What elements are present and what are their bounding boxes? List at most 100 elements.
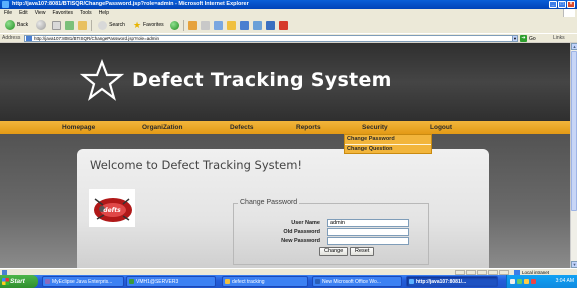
security-dropdown-menu: Change Password Change Question	[344, 134, 432, 154]
back-arrow-icon	[5, 20, 15, 30]
taskbar-item-label: http://java107:8081/...	[416, 279, 467, 285]
user-name-row: User Name	[234, 219, 430, 227]
home-icon[interactable]	[78, 20, 88, 30]
change-button[interactable]: Change	[319, 247, 349, 256]
refresh-icon[interactable]	[65, 20, 75, 30]
menubar: File Edit View Favorites Tools Help	[0, 9, 577, 17]
page-viewport: Defect Tracking System Homepage OrganiZa…	[0, 43, 570, 268]
menu-change-question[interactable]: Change Question	[345, 144, 431, 153]
reset-button[interactable]: Reset	[350, 247, 375, 256]
stop-icon[interactable]	[52, 20, 62, 30]
tray-network-icon[interactable]	[510, 279, 515, 284]
close-button[interactable]: ×	[567, 1, 575, 8]
forward-arrow-icon	[36, 20, 47, 30]
flag-icon[interactable]	[278, 20, 288, 30]
old-password-label: Old Password	[283, 229, 320, 235]
nav-organization[interactable]: OrganiZation	[142, 121, 182, 134]
menu-edit[interactable]: Edit	[19, 10, 28, 16]
form-buttons-row: Change Reset	[234, 247, 430, 256]
back-button[interactable]: Back	[3, 19, 30, 31]
eclipse-icon	[45, 279, 50, 284]
nav-reports[interactable]: Reports	[296, 121, 321, 134]
taskbar-item-myeclipse[interactable]: MyEclipse Java Enterpris...	[42, 276, 124, 287]
remote-desktop-icon	[129, 279, 134, 284]
taskbar-item-word[interactable]: New Microsoft Office Wo...	[312, 276, 402, 287]
print-icon[interactable]	[200, 20, 210, 30]
main-nav: Homepage OrganiZation Defects Reports Se…	[0, 121, 570, 134]
system-tray: 3:04 AM	[506, 275, 577, 288]
taskbar-item-label: New Microsoft Office Wo...	[322, 279, 381, 285]
window-titlebar: http://java107:8081/BTISQR/ChangePasswor…	[0, 0, 577, 9]
address-dropdown-button[interactable]: ▼	[512, 35, 518, 42]
user-name-label: User Name	[291, 220, 320, 226]
menu-help[interactable]: Help	[99, 10, 109, 16]
search-button[interactable]: Search	[96, 19, 127, 31]
address-input[interactable]: http://java107:8081/BTISQR/ChangePasswor…	[24, 35, 516, 42]
maximize-button[interactable]: □	[558, 1, 566, 8]
new-password-input[interactable]	[327, 237, 409, 245]
minimize-button[interactable]: _	[549, 1, 557, 8]
change-password-legend: Change Password	[238, 199, 300, 206]
address-bar: Address http://java107:8081/BTISQR/Chang…	[0, 33, 577, 42]
messenger-icon[interactable]	[239, 20, 249, 30]
new-password-row: New Password	[234, 237, 430, 245]
edit-icon[interactable]	[213, 20, 223, 30]
taskbar-item-defect-tracking[interactable]: defect tracking	[222, 276, 308, 287]
change-password-fieldset: Change Password User Name Old Password N…	[233, 199, 430, 265]
menu-change-password[interactable]: Change Password	[345, 135, 431, 144]
menu-view[interactable]: View	[35, 10, 46, 16]
go-label: Go	[529, 35, 536, 42]
media-icon[interactable]	[169, 20, 179, 30]
user-name-input[interactable]	[327, 219, 409, 227]
toolbar-separator	[91, 19, 93, 31]
forward-button[interactable]	[34, 19, 48, 31]
menu-file[interactable]: File	[4, 10, 12, 16]
start-button[interactable]: Start	[0, 275, 38, 288]
toolbar-separator	[182, 19, 184, 31]
window-title: http://java107:8081/BTISQR/ChangePasswor…	[12, 1, 249, 7]
site-header: Defect Tracking System	[0, 43, 570, 121]
site-title: Defect Tracking System	[132, 69, 392, 91]
scroll-thumb[interactable]	[571, 51, 577, 211]
scroll-up-button[interactable]: ▲	[571, 43, 577, 50]
old-password-input[interactable]	[327, 228, 409, 236]
nav-logout[interactable]: Logout	[430, 121, 452, 134]
status-bar: Local intranet	[0, 268, 577, 275]
menu-favorites[interactable]: Favorites	[52, 10, 73, 16]
folder-icon	[225, 279, 230, 284]
taskbar-item-label: VMH1@SERVER3	[136, 279, 179, 285]
favorites-label: Favorites	[143, 22, 164, 28]
old-password-row: Old Password	[234, 228, 430, 236]
taskbar-item-label: defect tracking	[232, 279, 265, 285]
go-arrow-icon: ➜	[520, 35, 527, 42]
vertical-scrollbar[interactable]: ▲ ▼	[570, 43, 577, 268]
taskbar-item-ie[interactable]: http://java107:8081/...	[406, 276, 498, 287]
tray-volume-icon[interactable]	[524, 279, 529, 284]
tray-alert-icon[interactable]	[531, 279, 536, 284]
taskbar-item-vmh[interactable]: VMH1@SERVER3	[126, 276, 216, 287]
nav-defects[interactable]: Defects	[230, 121, 253, 134]
menu-tools[interactable]: Tools	[80, 10, 92, 16]
folder-icon[interactable]	[226, 20, 236, 30]
ie-icon	[409, 279, 414, 284]
start-label: Start	[10, 278, 25, 285]
mail-icon[interactable]	[187, 20, 197, 30]
nav-homepage[interactable]: Homepage	[62, 121, 95, 134]
new-password-label: New Password	[281, 238, 320, 244]
tool-icon[interactable]	[265, 20, 275, 30]
ie-icon	[2, 1, 9, 8]
research-icon[interactable]	[252, 20, 262, 30]
welcome-heading: Welcome to Defect Tracking System!	[90, 158, 303, 172]
tray-app-icon[interactable]	[517, 279, 522, 284]
go-button[interactable]: ➜ Go	[520, 35, 536, 42]
word-icon	[315, 279, 320, 284]
favorites-button[interactable]: ★ Favorites	[131, 19, 166, 31]
taskbar-clock: 3:04 AM	[555, 278, 574, 284]
star-logo-icon	[80, 59, 124, 101]
nav-security[interactable]: Security	[362, 121, 388, 134]
favorites-star-icon: ★	[132, 19, 142, 30]
links-button[interactable]: Links	[553, 35, 565, 41]
back-label: Back	[17, 22, 29, 28]
windows-logo-icon	[563, 9, 575, 17]
scroll-down-button[interactable]: ▼	[571, 261, 577, 268]
